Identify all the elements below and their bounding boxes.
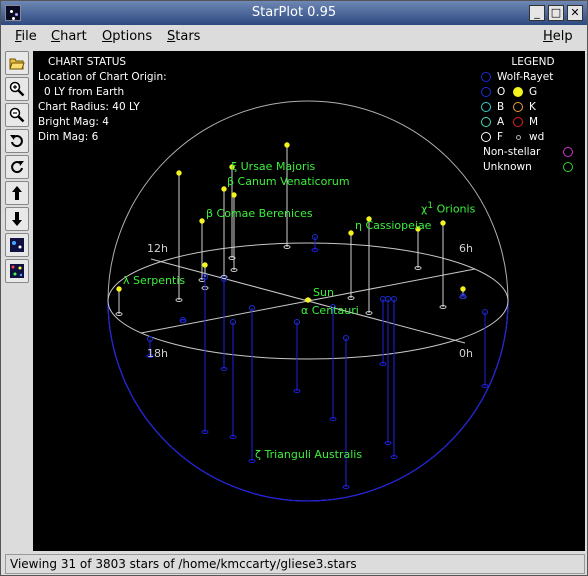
- g-class-marker-icon: [513, 87, 523, 97]
- menu-help[interactable]: Help: [543, 29, 573, 44]
- window-title: StarPlot 0.95: [251, 5, 337, 20]
- legend-row-f-wd: F wd: [481, 130, 585, 145]
- legend-row-unknown: Unknown: [481, 160, 585, 175]
- star-chart-canvas[interactable]: CHART STATUS Location of Chart Origin: 0…: [33, 51, 585, 551]
- legend-row-a-m: A M: [481, 115, 585, 130]
- f-class-marker-icon: [481, 132, 491, 142]
- legend-wolf-rayet-label: Wolf-Rayet: [497, 71, 554, 83]
- arrow-down-icon: [12, 212, 22, 226]
- non-stellar-marker-icon: [563, 147, 573, 157]
- m-class-marker-icon: [513, 117, 523, 127]
- star-marker-13[interactable]: [305, 297, 311, 303]
- legend-b-label: B: [497, 101, 505, 113]
- legend-wd-label: wd: [529, 131, 545, 143]
- legend-row-o-g: O G: [481, 85, 585, 100]
- rotate-ccw-icon: [10, 135, 23, 148]
- star-label-eta-cassiopeiae[interactable]: η Cassiopeiae: [355, 219, 431, 232]
- star-marker-3[interactable]: [221, 186, 227, 192]
- star-marker-11[interactable]: [460, 286, 466, 292]
- star-info-button[interactable]: [5, 233, 29, 257]
- origin-label: Location of Chart Origin:: [38, 71, 167, 83]
- legend-unknown-label: Unknown: [483, 161, 532, 173]
- unknown-marker-icon: [563, 162, 573, 172]
- chart-sphere-lower-half: [107, 300, 509, 502]
- ra-label-6h: 6h: [459, 242, 473, 255]
- legend-row-non-stellar: Non-stellar: [481, 145, 585, 160]
- rotate-right-button[interactable]: [5, 155, 29, 179]
- origin-value: 0 LY from Earth: [44, 86, 125, 98]
- k-class-marker-icon: [513, 102, 523, 112]
- legend-k-label: K: [529, 101, 536, 113]
- a-class-marker-icon: [481, 117, 491, 127]
- star-marker-6[interactable]: [202, 262, 208, 268]
- title-bar[interactable]: StarPlot 0.95 _ □ ✕: [1, 1, 587, 25]
- legend-m-label: M: [529, 116, 539, 128]
- b-class-marker-icon: [481, 102, 491, 112]
- legend-a-label: A: [497, 116, 505, 128]
- open-file-button[interactable]: [5, 51, 29, 75]
- rotate-cw-icon: [11, 161, 24, 174]
- colored-stars-icon: [10, 264, 24, 278]
- ra-label-12h: 12h: [147, 242, 168, 255]
- zoom-in-icon: [9, 81, 25, 97]
- star-marker-5[interactable]: [199, 218, 205, 224]
- menu-bar: File Chart Options Stars Help: [1, 25, 587, 49]
- legend-row-wolf-rayet: Wolf-Rayet: [481, 70, 585, 85]
- legend-f-label: F: [497, 131, 504, 143]
- move-up-button[interactable]: [5, 181, 29, 205]
- ra-label-0h: 0h: [459, 347, 473, 360]
- wolf-rayet-marker-icon: [481, 72, 491, 82]
- bright-mag: Bright Mag: 4: [38, 116, 109, 128]
- menu-chart[interactable]: Chart: [51, 29, 87, 44]
- star-marker-7[interactable]: [348, 230, 354, 236]
- legend-o-label: O: [497, 86, 506, 98]
- dim-mag: Dim Mag: 6: [38, 131, 99, 143]
- star-colors-button[interactable]: [5, 259, 29, 283]
- menu-file[interactable]: File: [15, 29, 37, 44]
- legend-heading: LEGEND: [511, 56, 555, 68]
- legend-panel: LEGEND Wolf-Rayet O G B K A M F wd Non-s…: [481, 55, 585, 175]
- zoom-in-button[interactable]: [5, 77, 29, 101]
- chart-status-panel: CHART STATUS Location of Chart Origin: 0…: [38, 55, 167, 145]
- star-label-beta-comae-berenices[interactable]: β Comae Berenices: [206, 207, 313, 220]
- star-marker-4[interactable]: [231, 192, 237, 198]
- zoom-out-icon: [9, 107, 25, 123]
- star-marker-1[interactable]: [284, 142, 290, 148]
- ra-label-18h: 18h: [147, 347, 168, 360]
- folder-open-icon: [9, 58, 25, 70]
- maximize-button[interactable]: □: [548, 5, 564, 21]
- close-button[interactable]: ✕: [567, 5, 583, 21]
- chart-radius: Chart Radius: 40 LY: [38, 101, 140, 113]
- legend-non-stellar-label: Non-stellar: [483, 146, 541, 158]
- star-marker-10[interactable]: [440, 220, 446, 226]
- star-marker-0[interactable]: [176, 170, 182, 176]
- white-dwarf-marker-icon: [516, 135, 521, 140]
- star-label-alpha-centauri[interactable]: α Centauri: [301, 304, 359, 317]
- star-label-sun[interactable]: Sun: [313, 286, 334, 299]
- o-class-marker-icon: [481, 87, 491, 97]
- star-label-beta-canum-venaticorum[interactable]: β Canum Venaticorum: [227, 175, 350, 188]
- status-bar: Viewing 31 of 3803 stars of /home/kmccar…: [5, 554, 585, 574]
- move-down-button[interactable]: [5, 207, 29, 231]
- chi1-constellation: Orionis: [433, 202, 476, 216]
- legend-row-b-k: B K: [481, 100, 585, 115]
- star-marker-12[interactable]: [116, 286, 122, 292]
- starfield-icon: [10, 238, 24, 252]
- menu-stars[interactable]: Stars: [167, 29, 200, 44]
- menu-options[interactable]: Options: [102, 29, 152, 44]
- starplot-window: StarPlot 0.95 _ □ ✕ File Chart Options S…: [0, 0, 588, 576]
- rotate-left-button[interactable]: [5, 129, 29, 153]
- chart-status-heading: CHART STATUS: [48, 56, 127, 68]
- minimize-button[interactable]: _: [529, 5, 545, 21]
- star-label-zeta-trianguli-australis[interactable]: ζ Trianguli Australis: [255, 448, 362, 461]
- arrow-up-icon: [12, 186, 22, 200]
- star-label-chi1-orionis[interactable]: χ1 Orionis: [421, 201, 475, 216]
- star-label-xi-ursae-majoris[interactable]: ξ Ursae Majoris: [231, 160, 315, 173]
- legend-g-label: G: [529, 86, 538, 98]
- zoom-out-button[interactable]: [5, 103, 29, 127]
- star-label-lambda-serpentis[interactable]: λ Serpentis: [123, 274, 185, 287]
